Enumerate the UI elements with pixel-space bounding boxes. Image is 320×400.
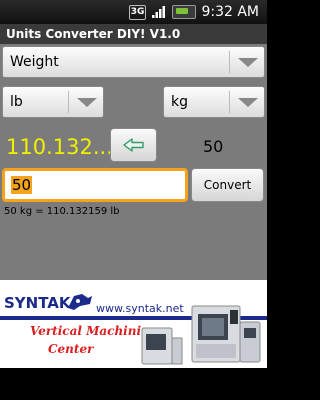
app-title: Units Converter DIY! V1.0 xyxy=(0,24,267,44)
spinner-divider xyxy=(68,91,69,113)
machine-logo-icon xyxy=(68,294,92,310)
cnc-machine-small-image xyxy=(141,327,183,365)
cnc-machine-image xyxy=(191,305,261,363)
status-time: 9:32 AM xyxy=(201,4,259,20)
ad-headline-1: Vertical Machining xyxy=(30,324,159,338)
ad-headline-2: Center xyxy=(48,342,94,356)
swap-button[interactable] xyxy=(110,128,157,162)
battery-icon xyxy=(172,4,197,20)
main-content: Weight lb kg 110.132... 50 50 Convert 50… xyxy=(0,44,267,280)
category-spinner[interactable]: Weight xyxy=(2,46,265,78)
result-value: 110.132... xyxy=(6,135,113,159)
chevron-down-icon xyxy=(77,98,97,107)
arrow-left-icon xyxy=(122,138,144,152)
convert-button[interactable]: Convert xyxy=(191,168,264,202)
value-input-text: 50 xyxy=(11,176,33,194)
3g-icon: 3G xyxy=(128,4,147,20)
from-unit-value: lb xyxy=(10,94,23,110)
value-input[interactable]: 50 xyxy=(2,168,188,202)
spinner-divider xyxy=(229,91,230,113)
status-bar: 3G 9:32 AM xyxy=(0,0,267,24)
to-unit-value: kg xyxy=(171,94,188,110)
ad-url: www.syntak.net xyxy=(96,302,184,315)
input-echo: 50 xyxy=(203,137,224,156)
category-spinner-value: Weight xyxy=(10,54,59,70)
ad-logo: SYNTAK xyxy=(4,294,71,312)
from-unit-spinner[interactable]: lb xyxy=(2,86,104,118)
bottom-area xyxy=(0,368,267,400)
conversion-equation: 50 kg = 110.132159 lb xyxy=(4,206,120,217)
signal-icon xyxy=(151,4,167,20)
chevron-down-icon xyxy=(238,58,258,67)
to-unit-spinner[interactable]: kg xyxy=(163,86,265,118)
ad-banner[interactable]: SYNTAK www.syntak.net Vertical Machining… xyxy=(0,280,267,368)
chevron-down-icon xyxy=(238,98,258,107)
spinner-divider xyxy=(229,51,230,73)
